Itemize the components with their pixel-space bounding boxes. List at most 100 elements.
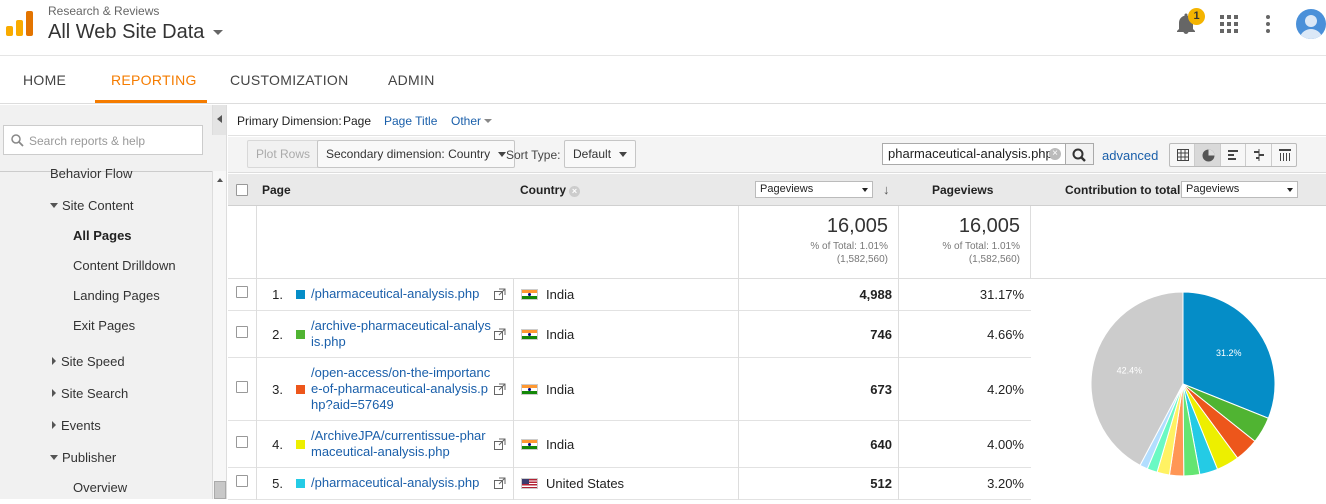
sidebar-item-site-speed[interactable]: Site Speed [52, 354, 125, 369]
country-flag-icon [521, 438, 538, 450]
sidebar-item-publisher[interactable]: Publisher [50, 450, 116, 465]
contribution-pie-chart: 31.2% 42.4% [1031, 279, 1326, 499]
percentage-view-button[interactable] [1195, 144, 1221, 166]
metric-select[interactable]: Pageviews [755, 181, 873, 198]
primary-dimension-label: Primary Dimension: [237, 114, 342, 128]
column-header-page[interactable]: Page [262, 183, 291, 197]
row-checkbox[interactable] [236, 475, 248, 487]
sidebar-item-overview[interactable]: Overview [73, 480, 127, 495]
row-checkbox[interactable] [236, 325, 248, 338]
primary-dimension-page[interactable]: Page [343, 114, 371, 128]
sidebar-item-site-content[interactable]: Site Content [50, 198, 134, 213]
scrollbar-thumb[interactable] [214, 481, 226, 499]
country-name[interactable]: India [546, 327, 574, 342]
row-checkbox[interactable] [236, 380, 248, 393]
analytics-logo-icon[interactable] [5, 8, 35, 38]
page-link[interactable]: /pharmaceutical-analysis.php [311, 475, 493, 491]
sidebar-item-label: Site Content [62, 198, 134, 213]
user-avatar[interactable] [1296, 9, 1326, 39]
country-name[interactable]: India [546, 287, 574, 302]
collapse-sidebar-button[interactable] [212, 105, 226, 135]
row-checkbox[interactable] [236, 435, 248, 448]
series-color-swatch [296, 290, 305, 299]
sidebar-item-all-pages[interactable]: All Pages [73, 228, 132, 243]
comparison-view-button[interactable] [1246, 144, 1272, 166]
pie-slice-label: 42.4% [1117, 366, 1143, 376]
primary-dimension-other[interactable]: Other [451, 114, 493, 128]
sidebar-item-label: Site Speed [61, 354, 125, 369]
external-link-icon[interactable] [494, 328, 506, 340]
row-number: 2. [272, 326, 283, 342]
data-view-button[interactable] [1170, 144, 1196, 166]
caret-right-icon [52, 357, 56, 365]
contribution-select[interactable]: Pageviews [1181, 181, 1298, 198]
caret-down-icon [1287, 188, 1293, 192]
property-selector[interactable]: All Web Site Data [48, 21, 204, 44]
column-header-pageviews[interactable]: Pageviews [932, 183, 993, 197]
column-divider [898, 311, 899, 358]
view-switcher [1169, 143, 1297, 167]
metric-select-value: Pageviews [760, 183, 814, 195]
sidebar-item-events[interactable]: Events [52, 418, 101, 433]
column-header-country[interactable]: Country × [520, 183, 580, 197]
sidebar-item-content-drilldown[interactable]: Content Drilldown [73, 258, 176, 273]
caret-down-icon [50, 455, 58, 460]
country-name[interactable]: United States [546, 476, 624, 491]
sidebar-search-input[interactable]: Search reports & help [3, 125, 203, 155]
column-divider [256, 421, 257, 468]
more-vert-icon[interactable] [1266, 15, 1270, 33]
sidebar-item-exit-pages[interactable]: Exit Pages [73, 318, 135, 333]
tab-reporting[interactable]: REPORTING [111, 56, 197, 104]
table-row: 2. /archive-pharmaceutical-analysis.php … [228, 311, 1031, 358]
column-divider [513, 311, 514, 358]
sidebar-item-behavior-flow[interactable]: Behavior Flow [50, 166, 132, 181]
select-all-checkbox[interactable] [236, 184, 248, 196]
country-name[interactable]: India [546, 382, 574, 397]
column-divider [256, 468, 257, 500]
page-link[interactable]: /archive-pharmaceutical-analysis.php [311, 318, 493, 350]
notification-badge[interactable]: 1 [1188, 8, 1205, 25]
apps-grid-icon[interactable] [1220, 15, 1238, 33]
chevron-down-icon[interactable] [213, 30, 223, 35]
pivot-view-button[interactable] [1272, 144, 1296, 166]
country-name[interactable]: India [546, 437, 574, 452]
secondary-dimension-dropdown[interactable]: Secondary dimension: Country [317, 140, 516, 168]
column-divider [256, 311, 257, 358]
remove-dimension-icon[interactable]: × [569, 186, 580, 197]
tab-admin[interactable]: ADMIN [388, 56, 435, 104]
sidebar-item-site-search[interactable]: Site Search [52, 386, 128, 401]
country-flag-icon [521, 383, 538, 395]
tab-home[interactable]: HOME [23, 56, 66, 104]
plot-rows-button[interactable]: Plot Rows [247, 140, 320, 168]
top-header: Research & Reviews All Web Site Data 1 [0, 0, 1326, 56]
search-placeholder: Search reports & help [29, 134, 146, 148]
page-link[interactable]: /pharmaceutical-analysis.php [311, 286, 493, 302]
series-color-swatch [296, 439, 305, 449]
filter-search-button[interactable] [1066, 143, 1094, 165]
primary-dimension-page-title[interactable]: Page Title [384, 114, 437, 128]
caret-down-icon [498, 152, 507, 157]
external-link-icon[interactable] [494, 438, 506, 450]
sidebar-item-landing-pages[interactable]: Landing Pages [73, 288, 160, 303]
sort-type-dropdown[interactable]: Default [564, 140, 637, 168]
external-link-icon[interactable] [494, 477, 506, 489]
table-filter-input[interactable]: pharmaceutical-analysis.php × [882, 143, 1066, 165]
account-name[interactable]: Research & Reviews [48, 4, 159, 18]
row-checkbox[interactable] [236, 286, 248, 298]
clear-filter-icon[interactable]: × [1049, 148, 1061, 160]
column-divider [738, 421, 739, 468]
tab-customization[interactable]: CUSTOMIZATION [230, 56, 349, 104]
external-link-icon[interactable] [494, 288, 506, 300]
page-link[interactable]: /ArchiveJPA/currentissue-pharmaceutical-… [311, 428, 493, 460]
performance-view-button[interactable] [1221, 144, 1247, 166]
summary-total: (1,582,560) [968, 254, 1020, 265]
page-link[interactable]: /open-access/on-the-importance-of-pharma… [311, 365, 493, 413]
scroll-up-icon[interactable] [217, 178, 223, 182]
advanced-filter-link[interactable]: advanced [1102, 148, 1158, 163]
column-divider [738, 468, 739, 500]
column-divider [738, 279, 739, 311]
sidebar-scrollbar[interactable] [212, 171, 226, 499]
search-icon [11, 134, 24, 147]
external-link-icon[interactable] [494, 383, 506, 395]
sort-descending-icon[interactable]: ↓ [883, 182, 890, 197]
